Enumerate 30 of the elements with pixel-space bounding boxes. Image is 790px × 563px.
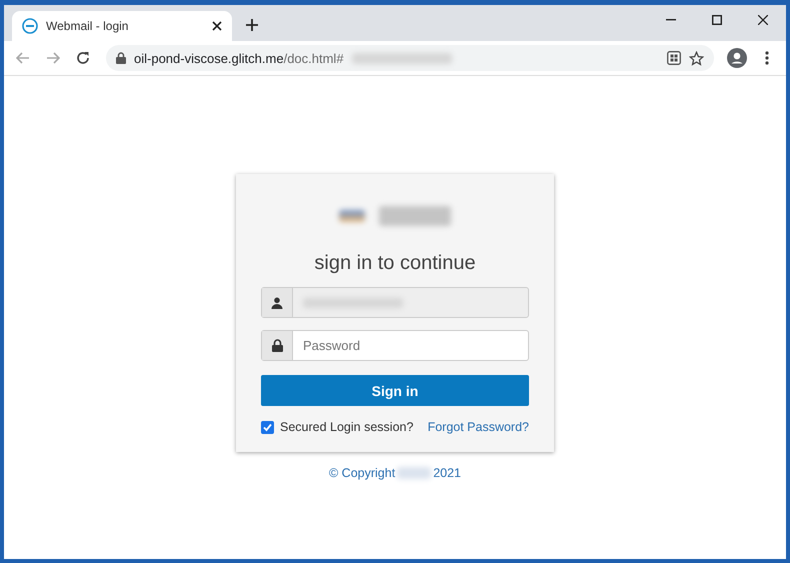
star-icon[interactable] bbox=[689, 50, 704, 66]
copyright-text: © Copyright bbox=[329, 466, 396, 480]
forgot-password-link[interactable]: Forgot Password? bbox=[428, 420, 529, 434]
grid-icon[interactable] bbox=[667, 51, 681, 65]
password-field[interactable]: Password bbox=[261, 330, 529, 361]
maximize-icon[interactable] bbox=[712, 15, 722, 25]
new-tab-icon[interactable] bbox=[246, 19, 258, 31]
minimize-icon[interactable] bbox=[666, 19, 676, 21]
url-text: oil-pond-viscose.glitch.me/doc.html# bbox=[134, 50, 344, 66]
year-text: 2021 bbox=[433, 466, 461, 480]
menu-icon[interactable] bbox=[765, 51, 769, 65]
address-bar[interactable]: oil-pond-viscose.glitch.me/doc.html# bbox=[106, 45, 714, 71]
checkbox-label: Secured Login session? bbox=[280, 420, 414, 434]
close-icon[interactable] bbox=[212, 21, 222, 31]
lock-icon bbox=[272, 339, 282, 352]
user-icon bbox=[271, 296, 283, 308]
lock-icon bbox=[116, 52, 126, 64]
close-icon[interactable] bbox=[758, 15, 768, 25]
password-input[interactable]: Password bbox=[293, 331, 528, 360]
heading: sign in to continue bbox=[314, 252, 476, 275]
site-icon bbox=[22, 18, 38, 34]
profile-icon[interactable] bbox=[727, 48, 747, 68]
browser-tab[interactable]: Webmail - login bbox=[12, 11, 232, 41]
tab-title: Webmail - login bbox=[46, 19, 130, 33]
checkbox[interactable] bbox=[261, 420, 274, 434]
blurred-text bbox=[397, 467, 432, 479]
blurred-text bbox=[379, 206, 451, 226]
reload-icon[interactable] bbox=[76, 51, 90, 65]
email-field[interactable] bbox=[261, 287, 529, 318]
sign-in-button[interactable]: Sign in bbox=[261, 375, 529, 406]
